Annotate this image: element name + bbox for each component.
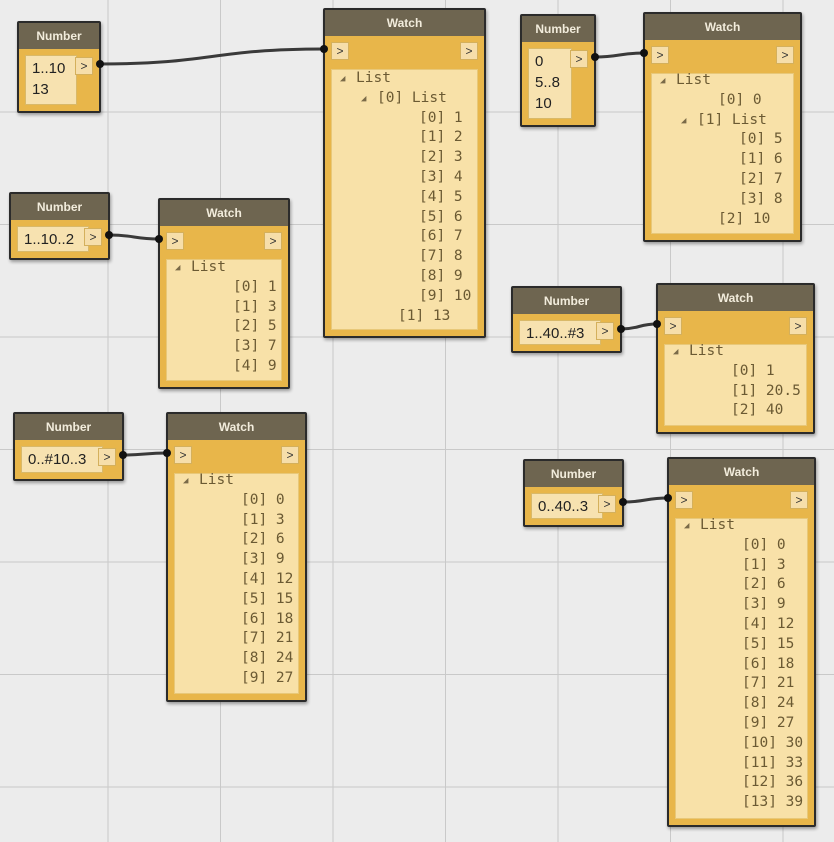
connection-wire[interactable] <box>620 322 658 331</box>
wire-endpoint-dot <box>119 451 127 459</box>
connection-wire[interactable] <box>122 451 168 457</box>
wire-endpoint-dot <box>653 320 661 328</box>
connection-wire[interactable] <box>594 51 645 59</box>
wire-endpoint-dot <box>617 325 625 333</box>
wire-endpoint-dot <box>619 498 627 506</box>
connection-wires <box>96 45 672 506</box>
wire-endpoint-dot <box>640 49 648 57</box>
wire-endpoint-dot <box>155 235 163 243</box>
connection-wire[interactable] <box>622 496 669 504</box>
connection-wire[interactable] <box>99 47 325 66</box>
wire-endpoint-dot <box>163 449 171 457</box>
wire-endpoint-dot <box>105 231 113 239</box>
connection-wire[interactable] <box>108 233 160 241</box>
wire-endpoint-dot <box>664 494 672 502</box>
wire-endpoint-dot <box>591 53 599 61</box>
wire-endpoint-dot <box>96 60 104 68</box>
wire-endpoint-dot <box>320 45 328 53</box>
